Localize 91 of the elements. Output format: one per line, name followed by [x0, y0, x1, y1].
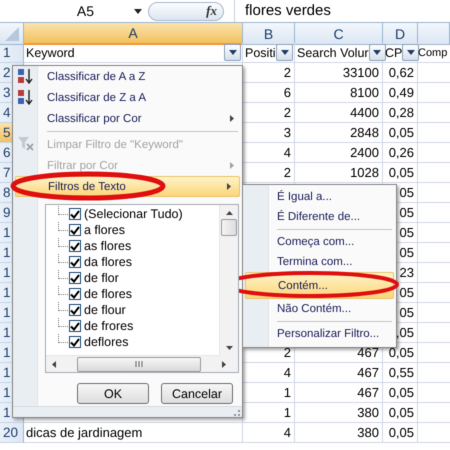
ok-button[interactable]: OK [77, 383, 149, 404]
column-header[interactable]: D [383, 23, 418, 45]
funnel-icon [17, 136, 34, 151]
table-cell: 0,62 [383, 63, 418, 83]
down-arrow-icon[interactable] [226, 346, 232, 350]
menu-item[interactable]: Classificar por Cor [13, 108, 242, 129]
checkbox-label: de flores [84, 287, 132, 301]
table-cell: 0,05 [383, 123, 418, 143]
sort-icon [17, 68, 34, 85]
table-cell: 0,55 [383, 363, 418, 383]
table-cell: 4 [243, 423, 295, 443]
filter-dropdown-button[interactable] [402, 44, 420, 61]
caret-icon [373, 50, 382, 55]
checkbox-label: (Selecionar Tudo) [84, 207, 183, 221]
checkbox-label: da flores [84, 255, 132, 269]
checkbox-label: deflores [84, 335, 128, 349]
tree-line [58, 286, 68, 294]
filter-dropdown-button[interactable] [368, 44, 386, 61]
table-cell: 0,49 [383, 83, 418, 103]
tree-line [58, 334, 68, 342]
checkbox[interactable] [69, 224, 81, 236]
horizontal-scrollbar[interactable] [46, 355, 238, 372]
sort-icon [17, 89, 34, 106]
table-cell: 0,05 [383, 163, 418, 183]
column-title: Keyword [26, 46, 75, 60]
resize-grip-icon[interactable] [234, 410, 240, 416]
column-title: Positi [245, 46, 276, 60]
row-header[interactable]: 1 [0, 43, 24, 63]
tree-line [58, 302, 68, 310]
column-header[interactable]: A [24, 23, 243, 45]
checkbox-label: as flores [84, 239, 132, 253]
column-header[interactable]: C [295, 23, 383, 45]
table-cell: 0,28 [383, 103, 418, 123]
caret-icon [406, 50, 415, 55]
tree-line [58, 254, 68, 262]
column-title: Search Volur [297, 46, 369, 60]
checkbox[interactable] [69, 240, 81, 252]
formula-field[interactable]: flores verdes [234, 0, 450, 22]
table-cell: 1028 [295, 163, 383, 183]
table-cell: 0,26 [383, 143, 418, 163]
table-cell: 0,05 [383, 383, 418, 403]
table-cell: 380 [295, 403, 383, 423]
checkbox[interactable] [69, 272, 81, 284]
row-header[interactable]: 20 [0, 423, 24, 443]
tree-line [58, 318, 68, 326]
table-cell: dicas de jardinagem [24, 423, 243, 443]
checkbox[interactable] [69, 288, 81, 300]
table-cell: 467 [295, 363, 383, 383]
scrollbar-thumb[interactable] [221, 219, 237, 236]
right-arrow-icon[interactable] [222, 360, 226, 368]
table-cell: 467 [295, 383, 383, 403]
checkbox-label: de flour [84, 303, 126, 317]
table-cell: 380 [295, 423, 383, 443]
filter-dropdown-button[interactable] [224, 44, 241, 61]
table-cell: 8100 [295, 83, 383, 103]
caret-icon[interactable] [134, 8, 142, 14]
vertical-scrollbar[interactable] [219, 205, 238, 356]
checkbox[interactable] [69, 304, 81, 316]
tree-line [58, 238, 68, 246]
caret-icon [228, 50, 236, 55]
grip-icon [135, 361, 143, 368]
checkbox[interactable] [69, 320, 81, 332]
insert-function-button[interactable]: fx [148, 2, 224, 20]
table-cell: 2848 [295, 123, 383, 143]
value-list[interactable]: (Selecionar Tudo) a flores as flores da flores de flor de flores de flour de frores deflores [45, 204, 239, 373]
column-title: CP [385, 46, 402, 60]
checkbox[interactable] [69, 336, 81, 348]
table-cell: 4400 [295, 103, 383, 123]
tree-line [58, 270, 68, 278]
caret-icon [280, 50, 288, 55]
checkbox[interactable] [69, 256, 81, 268]
checkbox-label: a flores [84, 223, 125, 237]
table-cell: 0,05 [383, 403, 418, 423]
table-cell: 0,05 [383, 423, 418, 443]
table-cell: 33100 [295, 63, 383, 83]
left-arrow-icon[interactable] [52, 360, 56, 368]
menu-item[interactable]: Classificar de Z a A [13, 87, 242, 108]
cancel-button[interactable]: Cancelar [161, 383, 233, 404]
checkbox[interactable] [69, 208, 81, 220]
name-box[interactable]: A5 [76, 3, 94, 19]
column-title: Comp [418, 46, 448, 58]
tree-line [58, 222, 68, 230]
tree-line [58, 206, 68, 214]
filter-dropdown-button[interactable] [276, 44, 293, 61]
table-cell: 2400 [295, 143, 383, 163]
checkbox-label: de frores [84, 319, 134, 333]
menu-item[interactable]: Classificar de A a Z [13, 66, 242, 87]
up-arrow-icon[interactable] [226, 211, 232, 215]
scrollbar-thumb[interactable] [77, 356, 201, 372]
checkbox-label: de flor [84, 271, 119, 285]
column-header[interactable]: B [243, 23, 295, 45]
